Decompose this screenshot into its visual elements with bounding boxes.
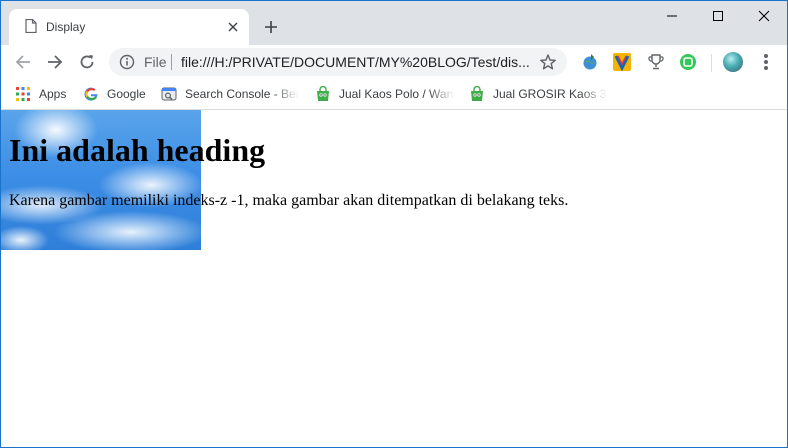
green-extension-icon[interactable] [679, 53, 697, 71]
tab-strip: Display [1, 1, 787, 45]
minimize-button[interactable] [649, 1, 695, 31]
info-icon[interactable] [119, 54, 135, 70]
profile-avatar-icon[interactable] [723, 52, 743, 72]
url-text[interactable]: file:///H:/PRIVATE/DOCUMENT/MY%20BLOG/Te… [181, 54, 531, 70]
bookmark-label: Search Console - Bera [185, 87, 299, 101]
bookmark-google[interactable]: Google [83, 79, 153, 109]
close-window-button[interactable] [741, 1, 787, 31]
shop-icon [315, 85, 331, 102]
maximize-button[interactable] [695, 1, 741, 31]
document-icon [25, 18, 37, 34]
bookmark-star-icon[interactable] [539, 53, 557, 71]
bookmark-label: Jual Kaos Polo / Wang [339, 87, 455, 101]
bookmark-label: Google [107, 87, 146, 101]
address-bar[interactable]: File file:///H:/PRIVATE/DOCUMENT/MY%20BL… [109, 48, 567, 76]
browser-window: Display File file:///H:/PRIVATE/DOCUMENT… [0, 0, 788, 448]
close-tab-icon[interactable] [225, 19, 241, 35]
url-scheme-label: File [144, 54, 167, 70]
bookmark-jual-kaos-polo[interactable]: Jual Kaos Polo / Wang [315, 79, 455, 109]
page-content: Ini adalah heading Karena gambar memilik… [1, 110, 787, 447]
v-extension-icon[interactable] [613, 53, 631, 72]
new-tab-button[interactable] [259, 15, 283, 39]
forward-button[interactable] [43, 50, 67, 74]
tab-display[interactable]: Display [9, 9, 249, 45]
bookmark-jual-grosir-kaos[interactable]: Jual GROSIR Kaos 3D [469, 79, 607, 109]
bookmark-label: Apps [39, 87, 67, 101]
page-paragraph: Karena gambar memiliki indeks-z -1, maka… [9, 192, 569, 209]
globe-extension-icon[interactable] [581, 53, 599, 71]
tab-title: Display [46, 20, 86, 34]
trophy-extension-icon[interactable] [647, 53, 665, 71]
omnibox-divider [171, 54, 172, 70]
bookmarks-bar: Apps Google Search Console - Bera Jual K… [1, 79, 787, 110]
bookmark-label: Jual GROSIR Kaos 3D [493, 87, 607, 101]
page-heading: Ini adalah heading [9, 132, 266, 168]
toolbar-divider [711, 54, 712, 72]
sky-cloud-image [1, 110, 201, 250]
shop-icon [469, 85, 485, 102]
reload-button[interactable] [75, 50, 99, 74]
bookmark-search-console[interactable]: Search Console - Bera [161, 79, 299, 109]
bookmark-apps[interactable]: Apps [15, 79, 75, 109]
google-icon [83, 86, 99, 102]
search-console-icon [161, 86, 177, 102]
toolbar: File file:///H:/PRIVATE/DOCUMENT/MY%20BL… [1, 45, 787, 79]
back-button[interactable] [11, 50, 35, 74]
apps-grid-icon [15, 86, 31, 102]
more-menu-icon[interactable] [757, 53, 775, 71]
